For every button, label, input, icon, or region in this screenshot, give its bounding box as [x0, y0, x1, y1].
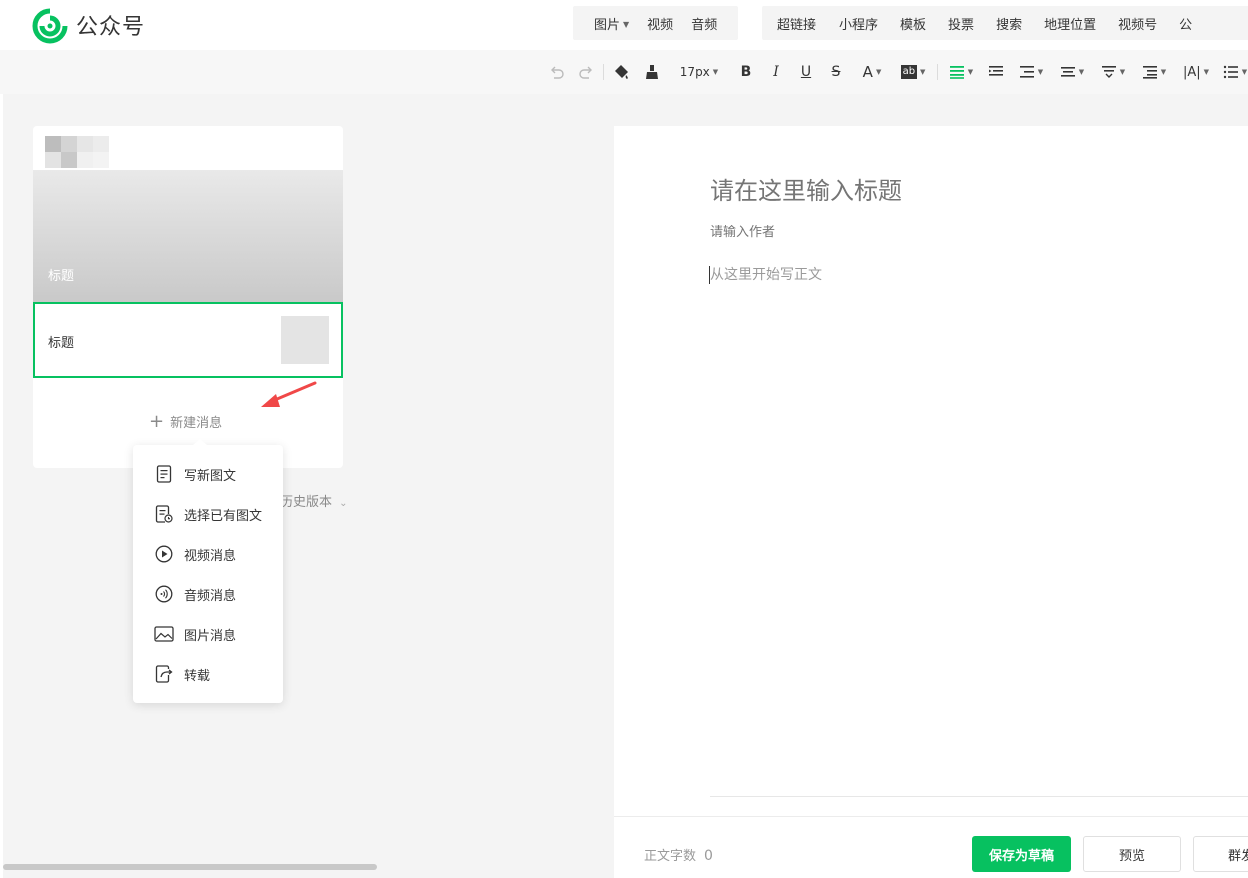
brand-name: 公众号 [76, 15, 146, 40]
preview-button[interactable]: 预览 [1083, 836, 1181, 872]
insert-audio-button[interactable]: 音频 [682, 14, 726, 33]
plus-icon: + [149, 410, 165, 432]
top-bar: 公众号 图片 ▼ 视频 音频 超链接 小程序 模板 投票 搜索 地理位置 视频号 … [0, 0, 1248, 50]
left-edge [0, 94, 3, 878]
history-version-button[interactable]: 历史版本 ⌄ [280, 491, 348, 510]
menu-item-label: 选择已有图文 [184, 508, 263, 524]
chevron-down-icon: ▼ [967, 68, 974, 76]
wechat-logo-icon [32, 8, 68, 44]
insert-link-button[interactable]: 超链接 [765, 14, 828, 33]
menu-item-label: 写新图文 [184, 468, 237, 484]
editor-footer: 正文字数 0 保存为草稿 预览 群发 [614, 816, 1248, 878]
chevron-down-icon: ▼ [1241, 68, 1248, 76]
align-icon[interactable]: ▼ [946, 62, 976, 82]
insert-location-button[interactable]: 地理位置 [1033, 14, 1107, 33]
article-editor: 从这里开始写正文 [614, 126, 1248, 816]
new-message-menu: 写新图文 选择已有图文 视频消息 音频消息 图片消息 转载 [133, 439, 283, 703]
menu-item-label: 转载 [184, 668, 211, 684]
new-message-label: 新建消息 [170, 416, 223, 431]
insert-more-button[interactable]: 公 [1168, 14, 1203, 33]
letter-spacing-icon[interactable]: ▼ [1139, 62, 1169, 82]
italic-icon[interactable]: I [767, 62, 785, 82]
strikethrough-icon[interactable]: S [827, 62, 845, 82]
main-article-title: 标题 [48, 269, 75, 284]
body-editor[interactable]: 从这里开始写正文 [710, 264, 1230, 784]
background-color-icon[interactable]: ab ▼ [898, 62, 928, 82]
save-draft-button[interactable]: 保存为草稿 [972, 836, 1071, 872]
paragraph-spacing-after-icon[interactable]: ▼ [1098, 62, 1128, 82]
bold-icon[interactable]: B [737, 62, 755, 82]
play-icon [153, 544, 175, 564]
chevron-down-icon: ⌄ [339, 498, 348, 509]
author-input[interactable] [710, 225, 1010, 240]
insert-miniprogram-button[interactable]: 小程序 [828, 14, 889, 33]
menu-item-label: 视频消息 [184, 548, 237, 564]
chevron-down-icon: ▼ [1078, 68, 1085, 76]
undo-icon[interactable] [548, 62, 566, 82]
sub-article-title: 标题 [48, 336, 75, 351]
word-count: 正文字数 0 [644, 845, 713, 864]
menu-item-label: 图片消息 [184, 628, 237, 644]
editor-divider [710, 796, 1248, 797]
word-count-label: 正文字数 [644, 849, 697, 864]
mass-send-button[interactable]: 群发 [1193, 836, 1248, 872]
menu-item-image-message[interactable]: 图片消息 [133, 614, 283, 654]
text-width-icon[interactable]: |A| ▼ [1180, 62, 1212, 82]
chevron-down-icon: ▼ [875, 68, 882, 76]
menu-item-repost[interactable]: 转载 [133, 654, 283, 694]
insert-components-group: 超链接 小程序 模板 投票 搜索 地理位置 视频号 公 [762, 6, 1248, 40]
indent-icon[interactable] [986, 62, 1006, 82]
menu-item-audio-message[interactable]: 音频消息 [133, 574, 283, 614]
document-icon [153, 464, 175, 484]
font-size-select[interactable]: 17px ▼ [676, 62, 722, 82]
sub-article-thumbnail [281, 316, 329, 364]
word-count-value: 0 [704, 848, 713, 864]
chevron-down-icon: ▼ [920, 68, 926, 76]
new-message-button[interactable]: + 新建消息 [149, 412, 222, 431]
insert-vote-button[interactable]: 投票 [937, 14, 985, 33]
toolbar-divider [937, 64, 938, 80]
sub-article-item[interactable]: 标题 [33, 302, 343, 378]
chevron-down-icon: ▼ [1203, 68, 1210, 76]
insert-video-button[interactable]: 视频 [638, 14, 682, 33]
menu-item-label: 音频消息 [184, 588, 237, 604]
underline-icon[interactable]: U [797, 62, 815, 82]
main-article-cover[interactable]: 标题 [33, 170, 343, 302]
format-toolbar: 17px ▼ B I U S A ▼ ab ▼ ▼ ▼ ▼ ▼ ▼ |A| ▼ ▼ [0, 50, 1248, 94]
toolbar-divider [603, 64, 604, 80]
chevron-down-icon: ▼ [712, 68, 719, 76]
insert-template-button[interactable]: 模板 [889, 14, 937, 33]
clear-format-icon[interactable] [642, 62, 662, 82]
annotation-arrow-icon [261, 381, 317, 407]
chevron-down-icon: ▼ [1037, 68, 1044, 76]
list-icon[interactable]: ▼ [1222, 62, 1248, 82]
line-spacing-icon[interactable]: ▼ [1016, 62, 1046, 82]
menu-item-video-message[interactable]: 视频消息 [133, 534, 283, 574]
title-input[interactable] [710, 177, 1210, 205]
chevron-down-icon: ▼ [623, 19, 630, 29]
chevron-down-icon: ▼ [1160, 68, 1167, 76]
menu-item-select-existing[interactable]: 选择已有图文 [133, 494, 283, 534]
insert-image-button[interactable]: 图片 ▼ [585, 14, 638, 33]
history-version-label: 历史版本 [280, 495, 333, 510]
account-avatar [45, 134, 123, 168]
repost-icon [153, 664, 175, 684]
existing-document-icon [153, 504, 175, 524]
insert-media-group: 图片 ▼ 视频 音频 [573, 6, 739, 40]
insert-search-button[interactable]: 搜索 [985, 14, 1033, 33]
article-list-card: 标题 标题 + 新建消息 [33, 126, 343, 468]
paragraph-spacing-before-icon[interactable]: ▼ [1057, 62, 1087, 82]
redo-icon[interactable] [577, 62, 595, 82]
insert-channels-button[interactable]: 视频号 [1107, 14, 1168, 33]
menu-item-write-article[interactable]: 写新图文 [133, 454, 283, 494]
chevron-down-icon: ▼ [1119, 68, 1126, 76]
horizontal-scrollbar[interactable] [3, 864, 377, 870]
font-color-icon[interactable]: A ▼ [857, 62, 887, 82]
format-painter-icon[interactable] [612, 62, 632, 82]
image-icon [153, 624, 175, 644]
audio-icon [153, 584, 175, 604]
